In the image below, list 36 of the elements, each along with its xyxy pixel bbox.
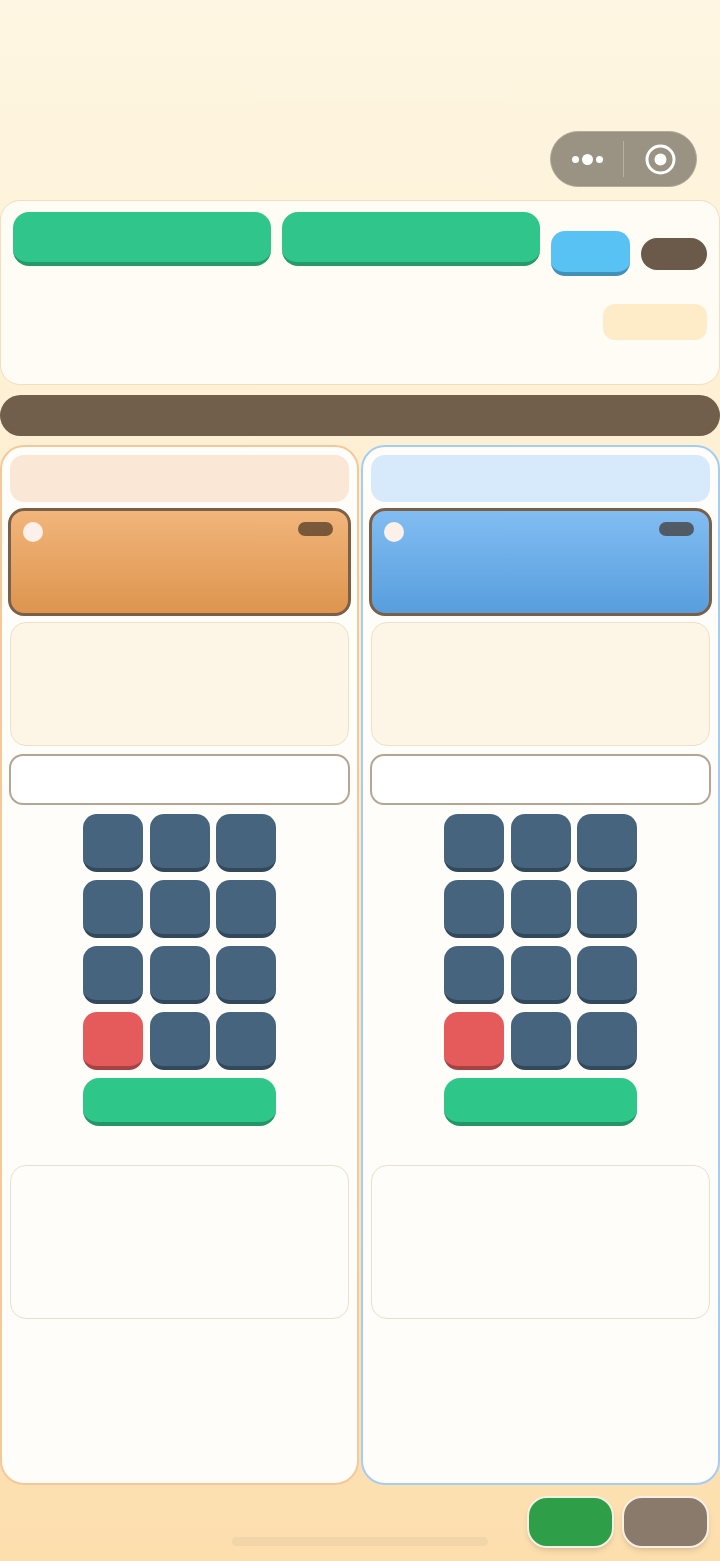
- keypad-key[interactable]: [216, 946, 276, 1004]
- keypad-key[interactable]: [149, 946, 210, 1004]
- keypad-key[interactable]: [444, 814, 504, 872]
- action-button[interactable]: [527, 1496, 614, 1548]
- keypad-key[interactable]: [577, 880, 637, 938]
- keypad-key[interactable]: [444, 946, 504, 1004]
- wide-button[interactable]: [83, 1078, 276, 1126]
- keypad-key[interactable]: [83, 814, 143, 872]
- wide-button[interactable]: [444, 1078, 637, 1126]
- keypad-key[interactable]: [577, 1012, 637, 1070]
- keypad-key[interactable]: [149, 814, 210, 872]
- keypad-key[interactable]: [444, 880, 504, 938]
- keypad-key[interactable]: [83, 880, 143, 938]
- keypad-key[interactable]: [83, 1012, 143, 1070]
- keypad-key[interactable]: [510, 1012, 571, 1070]
- keypad-key[interactable]: [510, 946, 571, 1004]
- toolbar-button[interactable]: [551, 231, 630, 276]
- pill-icon: [659, 522, 694, 536]
- keypad-key[interactable]: [83, 946, 143, 1004]
- keypad-key[interactable]: [577, 814, 637, 872]
- keypad-key[interactable]: [216, 880, 276, 938]
- keypad-key[interactable]: [216, 1012, 276, 1070]
- keypad-key[interactable]: [444, 1012, 504, 1070]
- dots-icon: [571, 153, 603, 165]
- input-field[interactable]: [370, 754, 711, 805]
- keypad-key[interactable]: [216, 814, 276, 872]
- pill-icon: [298, 522, 333, 536]
- keypad-key[interactable]: [510, 814, 571, 872]
- keypad-key[interactable]: [149, 880, 210, 938]
- keypad-key[interactable]: [149, 1012, 210, 1070]
- pill-button[interactable]: [641, 238, 707, 270]
- keypad-key[interactable]: [577, 946, 637, 1004]
- target-icon: [644, 143, 676, 175]
- action-button[interactable]: [622, 1496, 709, 1548]
- keypad-key[interactable]: [510, 880, 571, 938]
- input-field[interactable]: [9, 754, 350, 805]
